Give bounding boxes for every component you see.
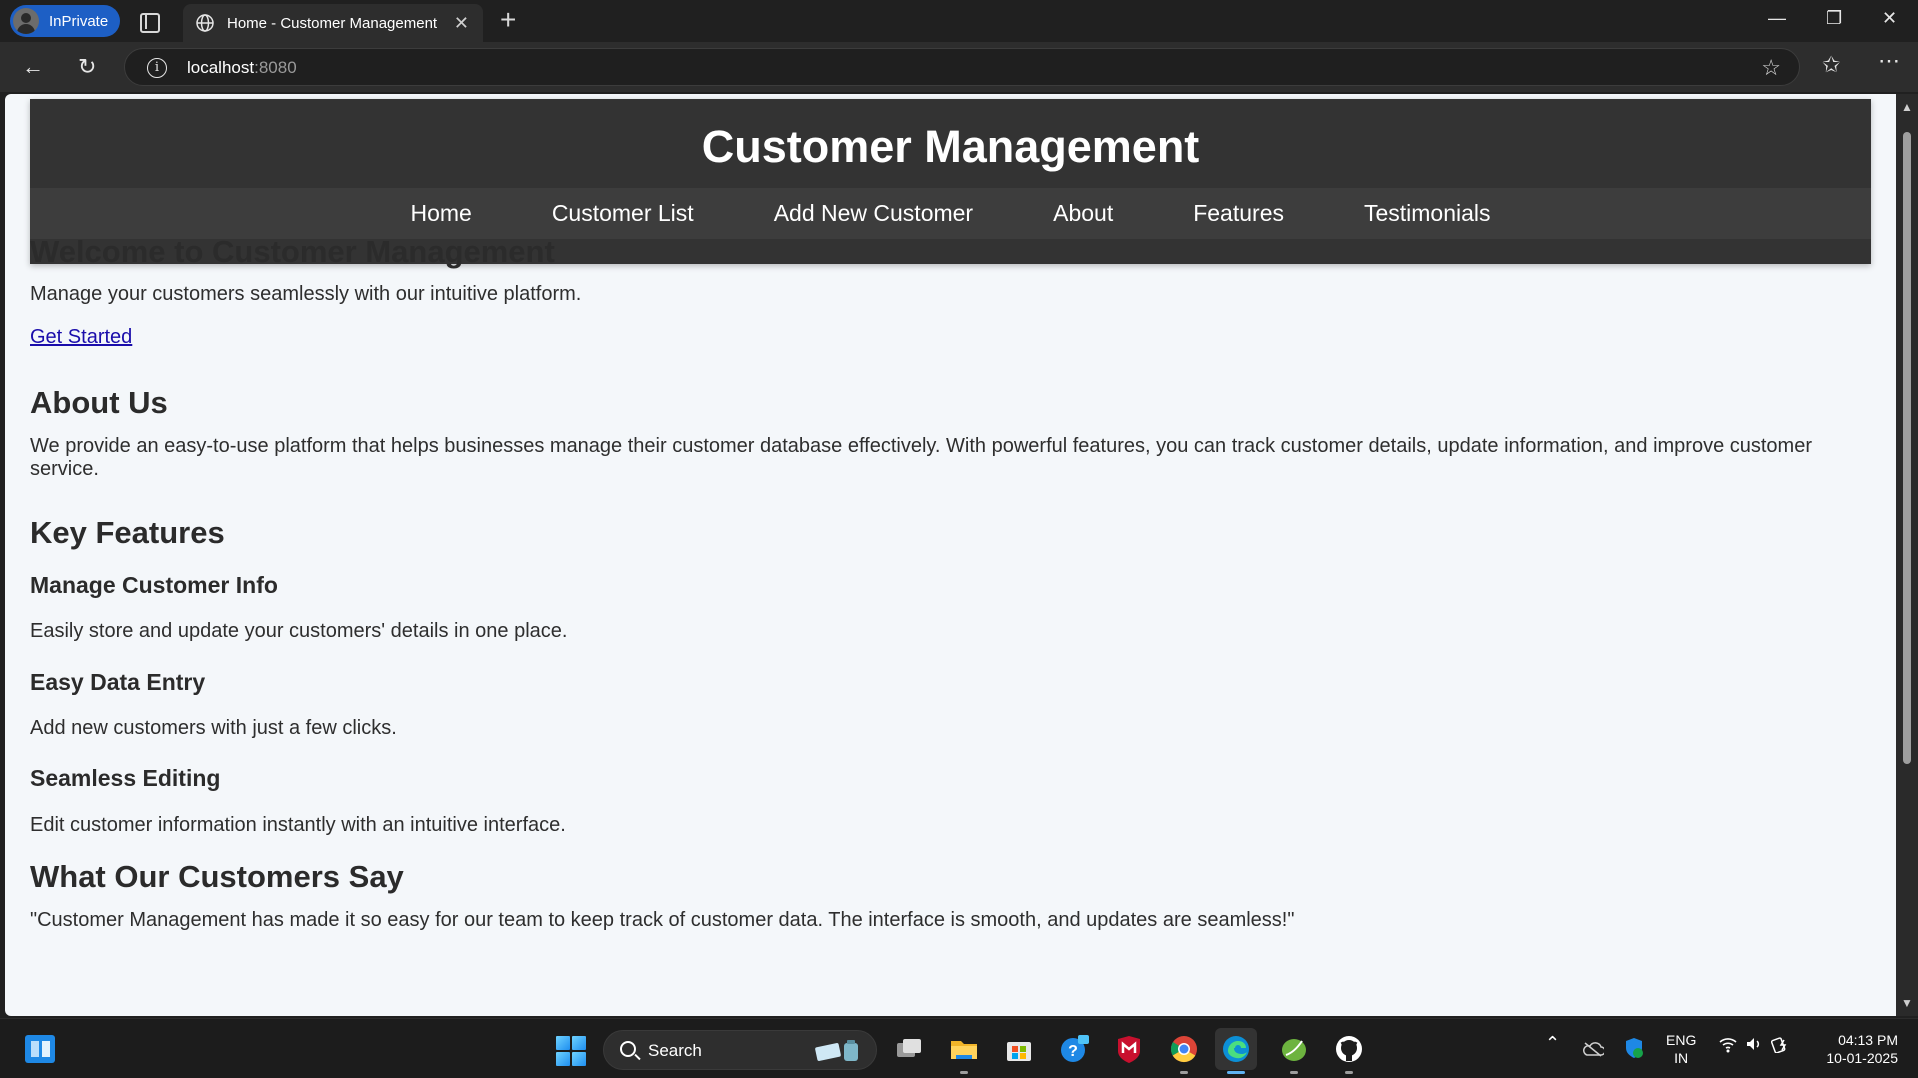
back-arrow-icon[interactable]: ← bbox=[22, 55, 44, 79]
microsoft-store-icon[interactable] bbox=[1003, 1033, 1035, 1065]
more-menu-icon[interactable]: ⋯ bbox=[1878, 48, 1900, 74]
taskbar-search[interactable]: Search bbox=[603, 1030, 877, 1070]
nav-link-customer-list[interactable]: Customer List bbox=[552, 200, 694, 227]
feature-text: Edit customer information instantly with… bbox=[30, 814, 566, 836]
battery-icon[interactable] bbox=[1770, 1035, 1791, 1057]
github-icon[interactable] bbox=[1333, 1033, 1365, 1065]
widgets-icon[interactable] bbox=[25, 1035, 57, 1065]
start-icon[interactable] bbox=[556, 1036, 586, 1066]
edge-icon bbox=[1223, 1036, 1249, 1062]
welcome-heading: Welcome to Customer Management bbox=[30, 234, 555, 269]
window-close-icon[interactable]: ✕ bbox=[1882, 8, 1897, 29]
browser-tab-bar: InPrivate Home - Customer Management ✕ +… bbox=[0, 0, 1918, 42]
nav-link-about[interactable]: About bbox=[1053, 200, 1113, 227]
security-shield-icon[interactable] bbox=[1624, 1037, 1644, 1059]
spring-tools-icon[interactable] bbox=[1278, 1033, 1310, 1065]
windows-taskbar: Search ? ⌃ ENG IN 04:13 PM 10-01-2025 bbox=[0, 1018, 1918, 1078]
tab-actions-icon[interactable] bbox=[136, 9, 160, 33]
scrollbar-thumb[interactable] bbox=[1903, 132, 1911, 764]
input-language[interactable]: ENG IN bbox=[1666, 1031, 1696, 1067]
help-icon[interactable]: ? bbox=[1058, 1033, 1090, 1065]
new-tab-icon[interactable]: + bbox=[500, 6, 516, 34]
nav-link-features[interactable]: Features bbox=[1193, 200, 1284, 227]
globe-icon bbox=[196, 14, 214, 32]
search-icon bbox=[620, 1041, 636, 1057]
file-explorer-icon[interactable] bbox=[948, 1033, 980, 1065]
edge-button[interactable] bbox=[1215, 1028, 1257, 1070]
mcafee-icon[interactable] bbox=[1113, 1033, 1145, 1065]
feature-title: Manage Customer Info bbox=[30, 572, 278, 598]
lang-region: IN bbox=[1674, 1050, 1689, 1066]
feature-title: Easy Data Entry bbox=[30, 669, 206, 695]
site-info-icon[interactable]: i bbox=[147, 58, 167, 78]
feature-text: Easily store and update your customers' … bbox=[30, 620, 568, 642]
url-text: localhost:8080 bbox=[187, 58, 297, 78]
clock-date: 10-01-2025 bbox=[1826, 1050, 1898, 1066]
feature-text: Add new customers with just a few clicks… bbox=[30, 717, 397, 739]
address-bar[interactable]: i localhost:8080 ☆ bbox=[124, 48, 1800, 86]
about-heading: About Us bbox=[30, 385, 168, 420]
scroll-down-icon[interactable]: ▼ bbox=[1901, 996, 1913, 1010]
chevron-up-icon[interactable]: ⌃ bbox=[1545, 1033, 1560, 1054]
wifi-icon[interactable] bbox=[1718, 1035, 1738, 1057]
inprivate-label: InPrivate bbox=[49, 12, 109, 30]
search-label: Search bbox=[648, 1041, 702, 1060]
nav-link-add-new-customer[interactable]: Add New Customer bbox=[774, 200, 973, 227]
onedrive-icon[interactable] bbox=[1582, 1041, 1604, 1057]
search-highlight-icon bbox=[815, 1040, 858, 1061]
refresh-icon[interactable]: ↻ bbox=[78, 55, 96, 79]
favorites-icon[interactable]: ✩ bbox=[1822, 52, 1840, 78]
site-nav: Home Customer List Add New Customer Abou… bbox=[30, 188, 1871, 239]
close-tab-icon[interactable]: ✕ bbox=[454, 13, 469, 34]
chrome-icon[interactable] bbox=[1168, 1033, 1200, 1065]
volume-icon[interactable] bbox=[1745, 1035, 1763, 1057]
favorite-star-icon[interactable]: ☆ bbox=[1761, 55, 1781, 81]
address-toolbar: ← ↻ i localhost:8080 ☆ ✩ ⋯ bbox=[0, 42, 1918, 92]
about-text: We provide an easy-to-use platform that … bbox=[30, 435, 1813, 480]
svg-text:?: ? bbox=[1068, 1043, 1078, 1060]
avatar-icon bbox=[13, 8, 39, 34]
tab-title: Home - Customer Management bbox=[227, 14, 438, 32]
site-title: Customer Management bbox=[701, 121, 1200, 172]
page-viewport: Customer Management Home Customer List A… bbox=[5, 94, 1896, 1016]
nav-link-home[interactable]: Home bbox=[410, 200, 471, 227]
clock-time: 04:13 PM bbox=[1838, 1032, 1898, 1048]
restore-icon[interactable]: ❐ bbox=[1826, 8, 1842, 29]
lang-code: ENG bbox=[1666, 1032, 1697, 1048]
task-view-icon[interactable] bbox=[893, 1033, 925, 1065]
inprivate-profile-button[interactable]: InPrivate bbox=[10, 5, 120, 37]
feature-title: Seamless Editing bbox=[30, 765, 221, 791]
url-port: :8080 bbox=[254, 58, 297, 77]
welcome-text: Manage your customers seamlessly with ou… bbox=[30, 283, 582, 305]
tab-active[interactable]: Home - Customer Management ✕ bbox=[183, 4, 483, 42]
testimonials-heading: What Our Customers Say bbox=[30, 859, 404, 894]
testimonial-quote: "Customer Management has made it so easy… bbox=[30, 909, 1295, 931]
features-heading: Key Features bbox=[30, 515, 225, 550]
minimize-icon[interactable]: — bbox=[1768, 8, 1786, 29]
page-scrollbar[interactable]: ▲ ▼ bbox=[1896, 94, 1918, 1016]
system-clock[interactable]: 04:13 PM 10-01-2025 bbox=[1826, 1031, 1898, 1067]
url-host: localhost bbox=[187, 58, 255, 77]
get-started-link[interactable]: Get Started bbox=[30, 326, 132, 349]
scroll-up-icon[interactable]: ▲ bbox=[1901, 100, 1913, 114]
nav-link-testimonials[interactable]: Testimonials bbox=[1364, 200, 1491, 227]
